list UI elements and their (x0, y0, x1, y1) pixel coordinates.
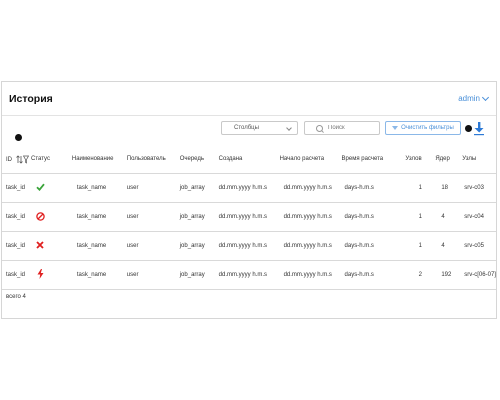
task-id-cell: task_id (2, 231, 31, 261)
hosts-cell: srv-c05 (459, 231, 496, 261)
column-header-user[interactable]: Пользователь (123, 145, 180, 174)
status-cell (30, 202, 72, 232)
task-name-cell: task_name (71, 231, 124, 261)
column-header-runtime[interactable]: Время расчета (341, 145, 406, 174)
column-header-hosts[interactable]: Узлы (459, 145, 496, 174)
user-cell: user (123, 173, 180, 203)
hosts-cell: srv-c03 (459, 173, 496, 203)
marker-dot (465, 125, 472, 132)
task-name-cell: task_name (71, 202, 124, 232)
sort-filter-icon[interactable] (15, 154, 29, 164)
user-name[interactable]: admin (458, 94, 480, 103)
clear-filters-label[interactable]: Очистить фильтры (401, 125, 454, 131)
marker-dot (15, 134, 22, 141)
cross-icon (36, 241, 44, 249)
table-row[interactable]: task_id task_name user job_array dd.mm.y… (2, 173, 496, 203)
hosts-cell: srv-c04 (459, 202, 496, 232)
task-id-cell: task_id (2, 202, 31, 232)
check-icon (36, 183, 45, 192)
table-row[interactable]: task_id task_name user job_array dd.mm.y… (2, 260, 496, 290)
search-icon (316, 124, 323, 132)
nodes-cell: 1 (405, 173, 436, 203)
hosts-cell: srv-c[06-07] (459, 260, 496, 290)
chevron-down-icon[interactable] (286, 125, 292, 131)
history-table: ID Статус Наименование Пользователь Очер… (2, 145, 496, 290)
chevron-down-icon[interactable] (481, 93, 490, 101)
nodes-cell: 1 (405, 231, 436, 261)
start-cell: dd.mm.yyyy h.m.s (279, 202, 342, 232)
clear-filters-button[interactable]: Очистить фильтры (385, 121, 461, 135)
cores-cell: 4 (435, 231, 460, 261)
column-header-cores[interactable]: Ядер (435, 145, 460, 174)
user-cell: user (123, 260, 180, 290)
start-cell: dd.mm.yyyy h.m.s (279, 173, 342, 203)
nodes-cell: 1 (405, 202, 436, 232)
start-cell: dd.mm.yyyy h.m.s (279, 260, 342, 290)
runtime-cell: days-h.m.s (341, 202, 406, 232)
total-count: всего 4 (6, 294, 26, 300)
status-cell (30, 231, 72, 261)
queue-cell: job_array (179, 202, 216, 232)
column-header-queue[interactable]: Очередь (179, 145, 216, 174)
user-cell: user (123, 231, 180, 261)
created-cell: dd.mm.yyyy h.m.s (215, 202, 280, 232)
task-name-cell: task_name (71, 260, 124, 290)
columns-select-label[interactable]: Столбцы (234, 125, 259, 131)
lightning-icon (37, 269, 44, 279)
column-header-start[interactable]: Начало расчета (279, 145, 342, 174)
status-cell (30, 173, 72, 203)
start-cell: dd.mm.yyyy h.m.s (279, 231, 342, 261)
column-header-label[interactable]: ID (6, 157, 12, 163)
columns-select[interactable]: Столбцы (221, 121, 298, 135)
cancel-icon (36, 211, 45, 221)
search-input[interactable] (323, 125, 378, 131)
queue-cell: job_array (179, 231, 216, 261)
created-cell: dd.mm.yyyy h.m.s (215, 173, 280, 203)
search-box[interactable] (304, 121, 380, 135)
user-menu[interactable]: admin (458, 93, 490, 103)
table-row[interactable]: task_id task_name user job_array dd.mm.y… (2, 231, 496, 261)
history-panel: История admin Столбцы Очистить фильтры (1, 81, 497, 319)
cores-cell: 192 (435, 260, 460, 290)
task-id-cell: task_id (2, 260, 31, 290)
download-icon[interactable] (473, 122, 485, 136)
table-row[interactable]: task_id task_name user job_array dd.mm.y… (2, 202, 496, 232)
runtime-cell: days-h.m.s (341, 260, 406, 290)
user-cell: user (123, 202, 180, 232)
created-cell: dd.mm.yyyy h.m.s (215, 260, 280, 290)
panel-header: История admin (2, 82, 496, 116)
column-header-status[interactable]: Статус (30, 145, 72, 174)
page-title: История (9, 93, 53, 105)
nodes-cell: 2 (405, 260, 436, 290)
task-id-cell: task_id (2, 173, 31, 203)
column-header-name[interactable]: Наименование (71, 145, 124, 174)
cores-cell: 4 (435, 202, 460, 232)
task-name-cell: task_name (71, 173, 124, 203)
queue-cell: job_array (179, 260, 216, 290)
queue-cell: job_array (179, 173, 216, 203)
column-header-id[interactable]: ID (2, 145, 31, 174)
status-cell (30, 260, 72, 290)
column-header-nodes[interactable]: Узлов (405, 145, 436, 174)
filter-icon (392, 126, 399, 130)
runtime-cell: days-h.m.s (341, 173, 406, 203)
column-header-created[interactable]: Создана (215, 145, 280, 174)
created-cell: dd.mm.yyyy h.m.s (215, 231, 280, 261)
cores-cell: 18 (435, 173, 460, 203)
runtime-cell: days-h.m.s (341, 231, 406, 261)
table-header-row: ID Статус Наименование Пользователь Очер… (2, 145, 496, 174)
